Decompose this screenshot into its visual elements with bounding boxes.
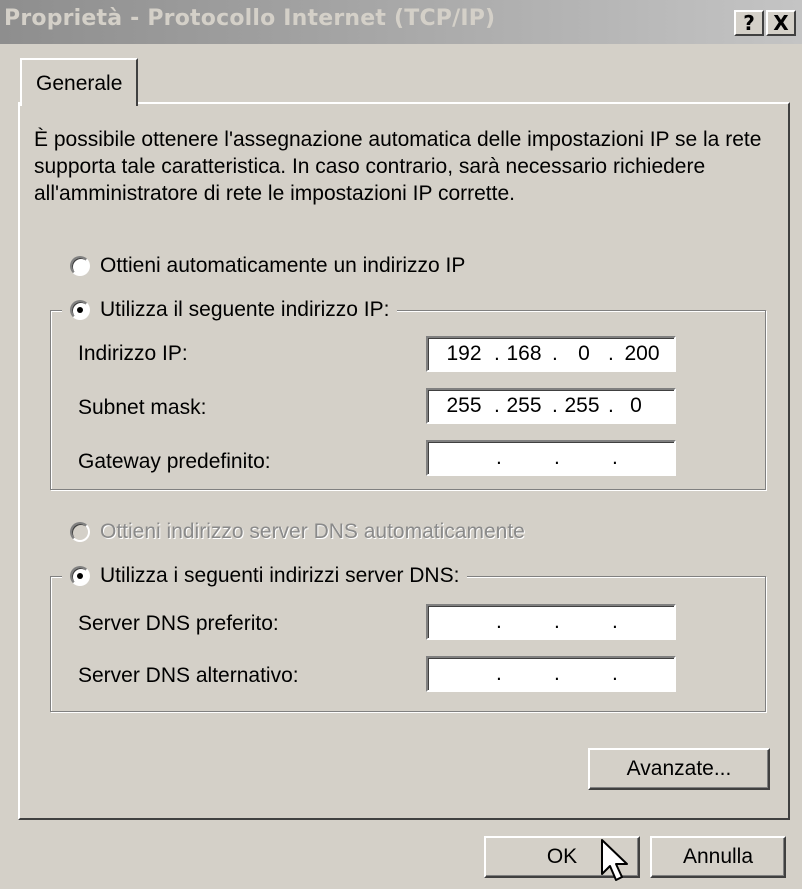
advanced-button[interactable]: Avanzate... <box>588 748 770 790</box>
radio-ip-manual[interactable]: Utilizza il seguente indirizzo IP: <box>62 296 398 324</box>
radio-ip-manual-label: Utilizza il seguente indirizzo IP: <box>100 298 390 321</box>
radio-dns-manual[interactable]: Utilizza i seguenti indirizzi server DNS… <box>62 562 468 590</box>
description-text: È possibile ottenere l'assegnazione auto… <box>34 128 762 205</box>
cancel-button[interactable]: Annulla <box>650 836 786 878</box>
octet: 192 <box>446 342 482 365</box>
tab-label: Generale <box>36 72 123 95</box>
octet: 168 <box>506 342 542 365</box>
octet-separator: . <box>608 342 614 365</box>
octet-separator: . <box>494 342 500 365</box>
octet-separator: . <box>608 394 614 417</box>
radio-dns-auto-label: Ottieni indirizzo server DNS automaticam… <box>100 520 525 543</box>
octet-separator: . <box>496 610 502 633</box>
gateway-label: Gateway predefinito: <box>78 450 271 473</box>
octet-separator: . <box>552 394 558 417</box>
radio-button-checked[interactable] <box>70 300 90 320</box>
octet-separator: . <box>496 662 502 685</box>
octet-separator: . <box>554 610 560 633</box>
radio-dns-auto[interactable]: Ottieni indirizzo server DNS automaticam… <box>70 518 533 546</box>
octet: 200 <box>624 342 660 365</box>
help-button[interactable]: ? <box>734 10 764 36</box>
octet: 255 <box>564 394 600 417</box>
dns-preferred-input[interactable]: . . . <box>426 604 676 640</box>
radio-ip-auto-label: Ottieni automaticamente un indirizzo IP <box>100 254 466 277</box>
octet: 255 <box>446 394 482 417</box>
octet-separator: . <box>612 610 618 633</box>
tab-generale[interactable]: Generale <box>20 58 138 106</box>
subnet-mask-input[interactable]: 255 . 255 . 255 . 0 <box>426 388 676 424</box>
radio-dns-manual-label: Utilizza i seguenti indirizzi server DNS… <box>100 564 460 587</box>
octet-separator: . <box>554 446 560 469</box>
subnet-mask-label: Subnet mask: <box>78 396 207 419</box>
radio-button[interactable] <box>70 256 90 276</box>
window-title: Proprietà - Protocollo Internet (TCP/IP) <box>4 6 496 31</box>
radio-ip-auto[interactable]: Ottieni automaticamente un indirizzo IP <box>70 252 474 280</box>
title-bar: Proprietà - Protocollo Internet (TCP/IP)… <box>0 0 802 44</box>
ip-address-label: Indirizzo IP: <box>78 342 188 365</box>
octet-separator: . <box>612 662 618 685</box>
ip-address-input[interactable]: 192 . 168 . 0 . 200 <box>426 336 676 372</box>
octet-separator: . <box>496 446 502 469</box>
dns-preferred-label: Server DNS preferito: <box>78 612 279 635</box>
octet: 0 <box>630 394 642 417</box>
octet-separator: . <box>554 662 560 685</box>
octet-separator: . <box>552 342 558 365</box>
gateway-input[interactable]: . . . <box>426 440 676 476</box>
octet: 0 <box>578 342 590 365</box>
octet-separator: . <box>612 446 618 469</box>
octet: 255 <box>506 394 542 417</box>
radio-button-checked[interactable] <box>70 566 90 586</box>
dns-alternate-label: Server DNS alternativo: <box>78 664 299 687</box>
dns-alternate-input[interactable]: . . . <box>426 656 676 692</box>
close-button[interactable]: X <box>766 10 796 36</box>
radio-button-disabled[interactable] <box>70 522 90 542</box>
arrow-pointer-icon <box>601 839 628 881</box>
octet-separator: . <box>494 394 500 417</box>
